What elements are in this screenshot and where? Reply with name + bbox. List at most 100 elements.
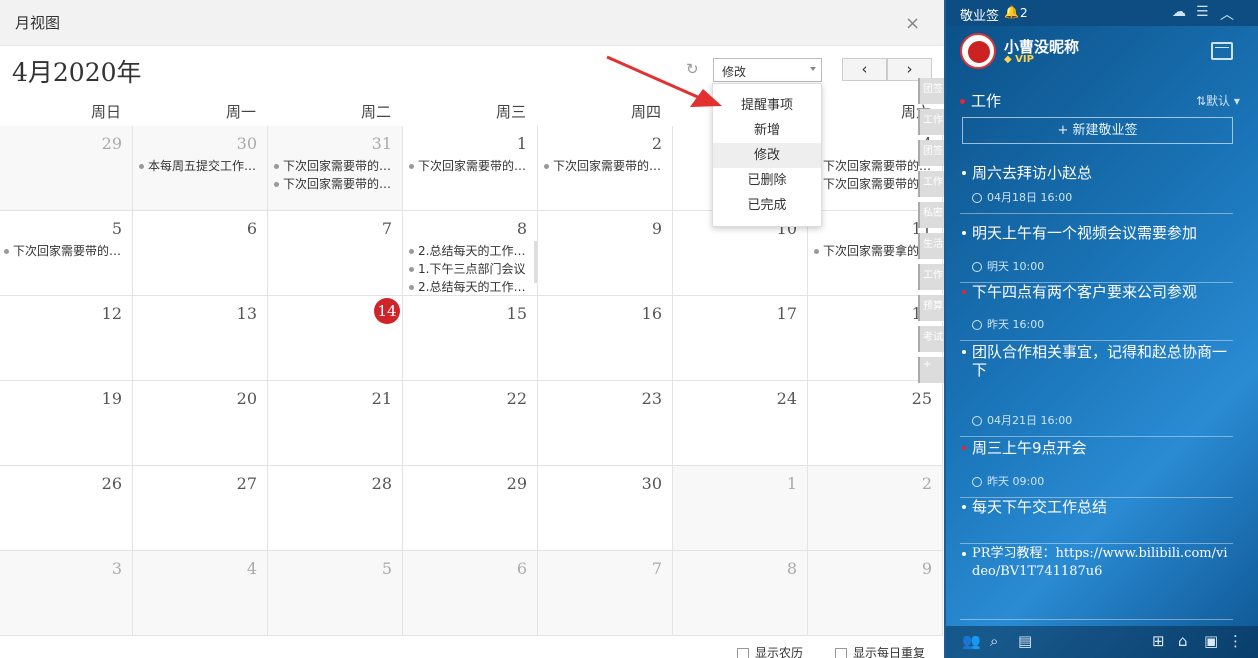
home-icon[interactable]: ⌂ (1178, 632, 1188, 650)
day-number: 6 (516, 559, 527, 578)
users-icon[interactable]: 👥 (962, 632, 981, 650)
search-icon[interactable]: ⌕ (990, 632, 998, 650)
day-cell[interactable]: 16 (538, 296, 673, 381)
side-tab[interactable]: 私密 (918, 202, 944, 228)
day-cell[interactable]: 22 (403, 381, 538, 466)
day-number: 24 (776, 389, 797, 408)
note-item[interactable]: 每天下午交工作总结 (960, 498, 1233, 544)
event-item[interactable]: 下次回家需要带的… (274, 175, 399, 192)
dropdown-item[interactable]: 已完成 (713, 193, 821, 218)
day-cell[interactable]: 30 (538, 466, 673, 551)
day-cell[interactable]: 5 下次回家需要带的… (0, 211, 133, 296)
day-cell[interactable]: 7 (538, 551, 673, 636)
event-item[interactable]: 下次回家需要带的… (409, 157, 534, 174)
sort-dropdown[interactable]: ⇅默认 ▾ (1196, 92, 1240, 109)
day-cell[interactable]: 17 (673, 296, 808, 381)
mode-select[interactable]: 修改 (713, 58, 822, 82)
more-icon[interactable]: ⋮ (1228, 632, 1243, 650)
day-cell[interactable]: 9 (808, 551, 943, 636)
day-cell[interactable]: 23 (538, 381, 673, 466)
day-cell[interactable]: 9 (538, 211, 673, 296)
day-number: 30 (641, 474, 662, 493)
day-cell[interactable]: 26 (0, 466, 133, 551)
event-item[interactable]: 下次回家需要带的… (544, 157, 669, 174)
prev-month-button[interactable]: ‹ (842, 58, 887, 81)
note-item[interactable]: PR学习教程：https://www.bilibili.com/video/BV… (960, 545, 1233, 620)
day-number: 6 (246, 219, 257, 238)
day-cell[interactable]: 21 (268, 381, 403, 466)
dropdown-item[interactable]: 已删除 (713, 168, 821, 193)
event-item[interactable]: 下次回家需要带的… (4, 242, 129, 259)
day-cell[interactable]: 7 (268, 211, 403, 296)
side-tab[interactable]: 考试 (918, 326, 944, 352)
avatar[interactable] (960, 33, 996, 69)
event-item[interactable]: 下次回家需要带的… (274, 157, 399, 174)
day-cell[interactable]: 6 (403, 551, 538, 636)
dropdown-item[interactable]: 修改 (713, 143, 821, 168)
side-tab[interactable]: 团签 (918, 78, 944, 104)
day-cell[interactable]: 19 (0, 381, 133, 466)
day-cell[interactable]: 24 (673, 381, 808, 466)
day-cell[interactable]: 28 (268, 466, 403, 551)
category-label[interactable]: 工作 (960, 90, 1001, 111)
day-cell[interactable]: 25 (808, 381, 943, 466)
side-tab[interactable]: 工作 (918, 264, 944, 290)
bell-icon[interactable]: 🔔 (1004, 5, 1019, 19)
new-note-button[interactable]: + 新建敬业签 (962, 117, 1233, 144)
side-tab[interactable]: 预算 (918, 295, 944, 321)
day-cell[interactable]: 29 (403, 466, 538, 551)
day-cell[interactable]: 30 本每周五提交工作… (133, 126, 268, 211)
day-cell[interactable]: 20 (133, 381, 268, 466)
day-cell[interactable]: 1 下次回家需要带的… (403, 126, 538, 211)
show-lunar-checkbox[interactable]: 显示农历 (737, 644, 803, 658)
team-icon[interactable]: ▣ (1204, 632, 1218, 650)
calendar-list-icon[interactable]: ▤ (1018, 632, 1032, 650)
day-cell[interactable]: 6 (133, 211, 268, 296)
event-item[interactable]: 1.下午三点部门会议 (409, 260, 534, 277)
day-cell[interactable]: 3 (0, 551, 133, 636)
refresh-icon[interactable]: ↻ (686, 60, 699, 78)
day-cell[interactable]: 5 (268, 551, 403, 636)
note-time: 昨天 09:00 (972, 473, 1044, 489)
note-item[interactable]: 下午四点有两个客户要来公司参观 昨天 16:00 (960, 283, 1233, 341)
day-cell[interactable]: 13 (133, 296, 268, 381)
side-tab[interactable]: 团签 (918, 140, 944, 166)
side-tab[interactable]: + (918, 357, 944, 383)
day-number: 23 (641, 389, 662, 408)
side-tab[interactable]: 工作 (918, 109, 944, 135)
event-item[interactable]: 2.总结每天的工作… (409, 278, 534, 295)
close-button[interactable]: × (905, 13, 920, 34)
day-cell[interactable]: 2 下次回家需要带的… (538, 126, 673, 211)
day-cell[interactable]: 8 (673, 551, 808, 636)
day-cell[interactable]: 14 (268, 296, 403, 381)
day-number: 8 (786, 559, 797, 578)
event-dot (409, 285, 414, 290)
cell-scrollbar[interactable] (534, 241, 537, 283)
day-cell[interactable]: 1 (673, 466, 808, 551)
note-item[interactable]: 团队合作相关事宜，记得和赵总协商一下 04月21日 16:00 (960, 343, 1233, 437)
day-cell[interactable]: 12 (0, 296, 133, 381)
cloud-sync-icon[interactable]: ☁ (1172, 4, 1186, 20)
collapse-icon[interactable]: ︿ (1220, 4, 1234, 24)
note-item[interactable]: 明天上午有一个视频会议需要参加 明天 10:00 (960, 224, 1233, 283)
day-cell[interactable]: 31 下次回家需要带的… 下次回家需要带的… (268, 126, 403, 211)
checkbox-box (835, 647, 847, 658)
menu-icon[interactable]: ☰ (1196, 4, 1209, 20)
dropdown-item[interactable]: 提醒事项 (713, 93, 821, 118)
note-item[interactable]: 周三上午9点开会 昨天 09:00 (960, 439, 1233, 498)
event-item[interactable]: 本每周五提交工作… (139, 157, 264, 174)
day-cell[interactable]: 2 (808, 466, 943, 551)
calendar-icon[interactable] (1211, 42, 1233, 60)
dropdown-item[interactable]: 新增 (713, 118, 821, 143)
note-item[interactable]: 周六去拜访小赵总 04月18日 16:00 (960, 164, 1233, 214)
day-cell[interactable]: 4 (133, 551, 268, 636)
event-item[interactable]: 2.总结每天的工作… (409, 242, 534, 259)
day-cell[interactable]: 27 (133, 466, 268, 551)
day-cell[interactable]: 15 (403, 296, 538, 381)
day-cell[interactable]: 29 (0, 126, 133, 211)
side-tab[interactable]: 生活 (918, 233, 944, 259)
add-icon[interactable]: ⊞ (1152, 632, 1165, 650)
show-daily-repeat-checkbox[interactable]: 显示每日重复 (835, 644, 925, 658)
side-tab[interactable]: 工作 (918, 171, 944, 197)
day-cell[interactable]: 8 2.总结每天的工作… 1.下午三点部门会议 2.总结每天的工作… (403, 211, 538, 296)
